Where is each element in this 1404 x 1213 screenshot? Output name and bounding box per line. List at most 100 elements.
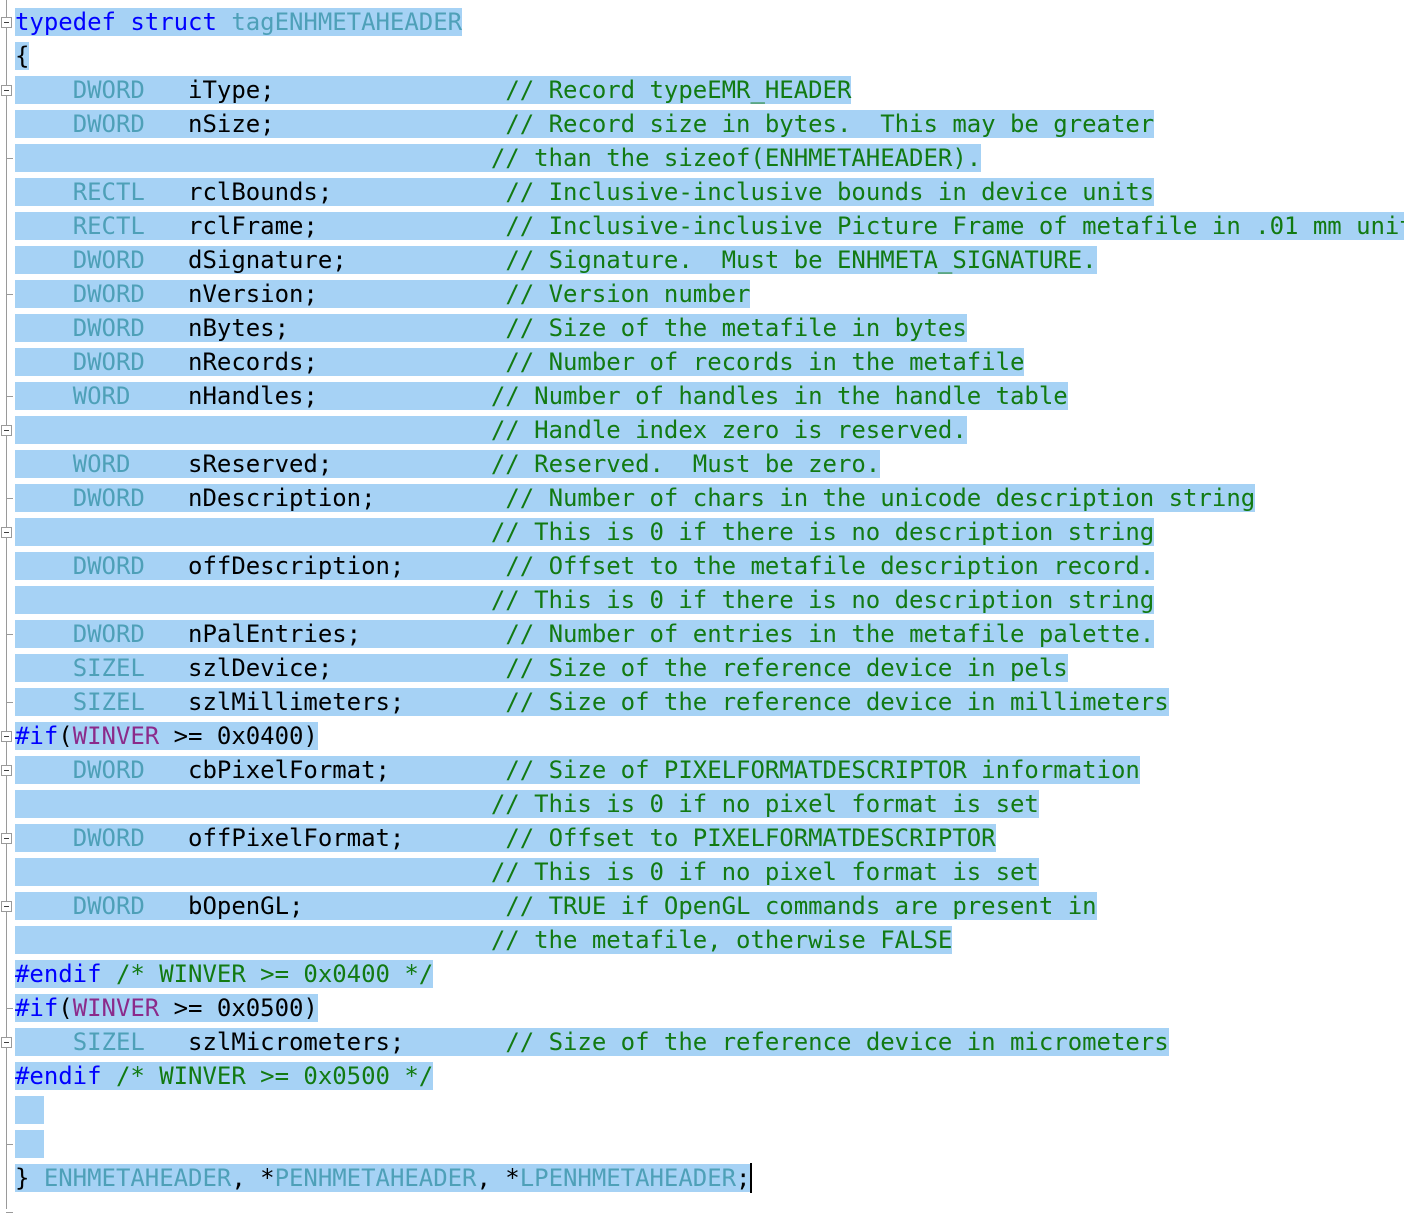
- code-line[interactable]: #endif /* WINVER >= 0x0400 */: [15, 957, 433, 991]
- code-line[interactable]: DWORD bOpenGL; // TRUE if OpenGL command…: [15, 889, 1097, 923]
- token-cmt: // Size of the reference device in pels: [505, 654, 1068, 682]
- selected-text-run: DWORD dSignature; // Signature. Must be …: [15, 246, 1097, 274]
- selected-text-run: [15, 1130, 44, 1158]
- code-line[interactable]: DWORD nRecords; // Number of records in …: [15, 345, 1024, 379]
- code-line[interactable]: WORD sReserved; // Reserved. Must be zer…: [15, 447, 880, 481]
- token-cmt: // This is 0 if no pixel format is set: [490, 790, 1039, 818]
- token-kw: typedef struct: [15, 8, 232, 36]
- token-id: dSignature;: [144, 246, 506, 274]
- token-id: [15, 688, 73, 716]
- code-line[interactable]: // Handle index zero is reserved.: [15, 413, 967, 447]
- code-line[interactable]: // This is 0 if there is no description …: [15, 583, 1154, 617]
- selected-text-run: DWORD nRecords; // Number of records in …: [15, 348, 1024, 376]
- selected-text-run: WORD sReserved; // Reserved. Must be zer…: [15, 450, 880, 478]
- code-line[interactable]: } ENHMETAHEADER, *PENHMETAHEADER, *LPENH…: [15, 1161, 750, 1195]
- token-id: [15, 1028, 73, 1056]
- token-id: bOpenGL;: [144, 892, 506, 920]
- token-id: (: [58, 994, 73, 1022]
- selected-text-run: DWORD bOpenGL; // TRUE if OpenGL command…: [15, 892, 1097, 920]
- selected-text-run: // Handle index zero is reserved.: [15, 416, 967, 444]
- token-id: }: [15, 1164, 44, 1192]
- token-id: [15, 110, 73, 138]
- code-line[interactable]: DWORD cbPixelFormat; // Size of PIXELFOR…: [15, 753, 1140, 787]
- token-cmt: // Number of records in the metafile: [505, 348, 1025, 376]
- selected-text-run: RECTL rclBounds; // Inclusive-inclusive …: [15, 178, 1154, 206]
- token-id: nBytes;: [144, 314, 506, 342]
- code-line[interactable]: DWORD offDescription; // Offset to the m…: [15, 549, 1154, 583]
- code-line[interactable]: DWORD iType; // Record typeEMR_HEADER: [15, 73, 851, 107]
- token-id: , *: [231, 1164, 275, 1192]
- token-kw: #endif: [15, 960, 102, 988]
- token-typ: DWORD: [72, 552, 145, 580]
- token-kw: #if: [15, 994, 59, 1022]
- token-id: [15, 280, 73, 308]
- code-line[interactable]: DWORD nVersion; // Version number: [15, 277, 750, 311]
- code-line[interactable]: DWORD nPalEntries; // Number of entries …: [15, 617, 1154, 651]
- selected-text-run: {: [15, 42, 29, 70]
- token-typ: DWORD: [72, 620, 145, 648]
- selected-text-run: DWORD nPalEntries; // Number of entries …: [15, 620, 1154, 648]
- code-line[interactable]: SIZEL szlDevice; // Size of the referenc…: [15, 651, 1068, 685]
- code-line[interactable]: SIZEL szlMicrometers; // Size of the ref…: [15, 1025, 1169, 1059]
- token-typ: DWORD: [72, 484, 145, 512]
- code-line[interactable]: DWORD offPixelFormat; // Offset to PIXEL…: [15, 821, 996, 855]
- token-id: [102, 960, 116, 988]
- code-line[interactable]: DWORD dSignature; // Signature. Must be …: [15, 243, 1097, 277]
- selected-text-run: // This is 0 if no pixel format is set: [15, 790, 1039, 818]
- code-line[interactable]: RECTL rclBounds; // Inclusive-inclusive …: [15, 175, 1154, 209]
- token-typ: DWORD: [72, 824, 145, 852]
- token-kw: #if: [15, 722, 59, 750]
- token-cmt: // Number of handles in the handle table: [490, 382, 1068, 410]
- code-line[interactable]: #endif /* WINVER >= 0x0500 */: [15, 1059, 433, 1093]
- token-cmt: // than the sizeof(ENHMETAHEADER).: [490, 144, 982, 172]
- token-id: [15, 450, 73, 478]
- selected-text-run: } ENHMETAHEADER, *PENHMETAHEADER, *LPENH…: [15, 1164, 750, 1192]
- token-cmt: // TRUE if OpenGL commands are present i…: [505, 892, 1097, 920]
- selected-text-run: DWORD cbPixelFormat; // Size of PIXELFOR…: [15, 756, 1140, 784]
- code-line[interactable]: WORD nHandles; // Number of handles in t…: [15, 379, 1068, 413]
- token-id: rclFrame;: [144, 212, 506, 240]
- selection-padding: [15, 1130, 44, 1158]
- token-id: [15, 416, 491, 444]
- token-id: iType;: [144, 76, 506, 104]
- token-cmt: // Number of chars in the unicode descri…: [505, 484, 1256, 512]
- token-id: nPalEntries;: [144, 620, 506, 648]
- token-cmt: // the metafile, otherwise FALSE: [490, 926, 953, 954]
- selected-text-run: DWORD nBytes; // Size of the metafile in…: [15, 314, 967, 342]
- code-line[interactable]: #if(WINVER >= 0x0400): [15, 719, 318, 753]
- code-line[interactable]: SIZEL szlMillimeters; // Size of the ref…: [15, 685, 1169, 719]
- token-typ: PENHMETAHEADER: [274, 1164, 477, 1192]
- token-cmt: // Size of PIXELFORMATDESCRIPTOR informa…: [505, 756, 1140, 784]
- code-line[interactable]: [15, 1127, 44, 1161]
- token-typ: DWORD: [72, 110, 145, 138]
- code-text-area[interactable]: typedef struct tagENHMETAHEADER { DWORD i…: [0, 0, 1404, 1192]
- token-id: nRecords;: [144, 348, 506, 376]
- selected-text-run: DWORD nVersion; // Version number: [15, 280, 750, 308]
- token-cmt: // Size of the reference device in micro…: [505, 1028, 1169, 1056]
- code-line[interactable]: // This is 0 if there is no description …: [15, 515, 1154, 549]
- token-cmt: // Size of the reference device in milli…: [505, 688, 1169, 716]
- selected-text-run: DWORD nDescription; // Number of chars i…: [15, 484, 1255, 512]
- selected-text-run: RECTL rclFrame; // Inclusive-inclusive P…: [15, 212, 1404, 240]
- code-line[interactable]: DWORD nDescription; // Number of chars i…: [15, 481, 1255, 515]
- code-line[interactable]: [15, 1093, 44, 1127]
- token-cmt: // Signature. Must be ENHMETA_SIGNATURE.: [505, 246, 1097, 274]
- code-line[interactable]: RECTL rclFrame; // Inclusive-inclusive P…: [15, 209, 1404, 243]
- token-id: rclBounds;: [144, 178, 506, 206]
- token-id: [15, 586, 491, 614]
- code-line[interactable]: // than the sizeof(ENHMETAHEADER).: [15, 141, 981, 175]
- selected-text-run: WORD nHandles; // Number of handles in t…: [15, 382, 1068, 410]
- code-editor[interactable]: typedef struct tagENHMETAHEADER { DWORD i…: [0, 0, 1404, 1213]
- token-id: [15, 212, 73, 240]
- token-id: [15, 314, 73, 342]
- code-line[interactable]: // the metafile, otherwise FALSE: [15, 923, 952, 957]
- code-line[interactable]: DWORD nSize; // Record size in bytes. Th…: [15, 107, 1154, 141]
- token-cmt: // This is 0 if there is no description …: [490, 586, 1155, 614]
- code-line[interactable]: // This is 0 if no pixel format is set: [15, 787, 1039, 821]
- code-line[interactable]: // This is 0 if no pixel format is set: [15, 855, 1039, 889]
- token-id: (: [58, 722, 73, 750]
- code-line[interactable]: {: [15, 39, 29, 73]
- code-line[interactable]: DWORD nBytes; // Size of the metafile in…: [15, 311, 967, 345]
- code-line[interactable]: #if(WINVER >= 0x0500): [15, 991, 318, 1025]
- code-line[interactable]: typedef struct tagENHMETAHEADER: [15, 5, 462, 39]
